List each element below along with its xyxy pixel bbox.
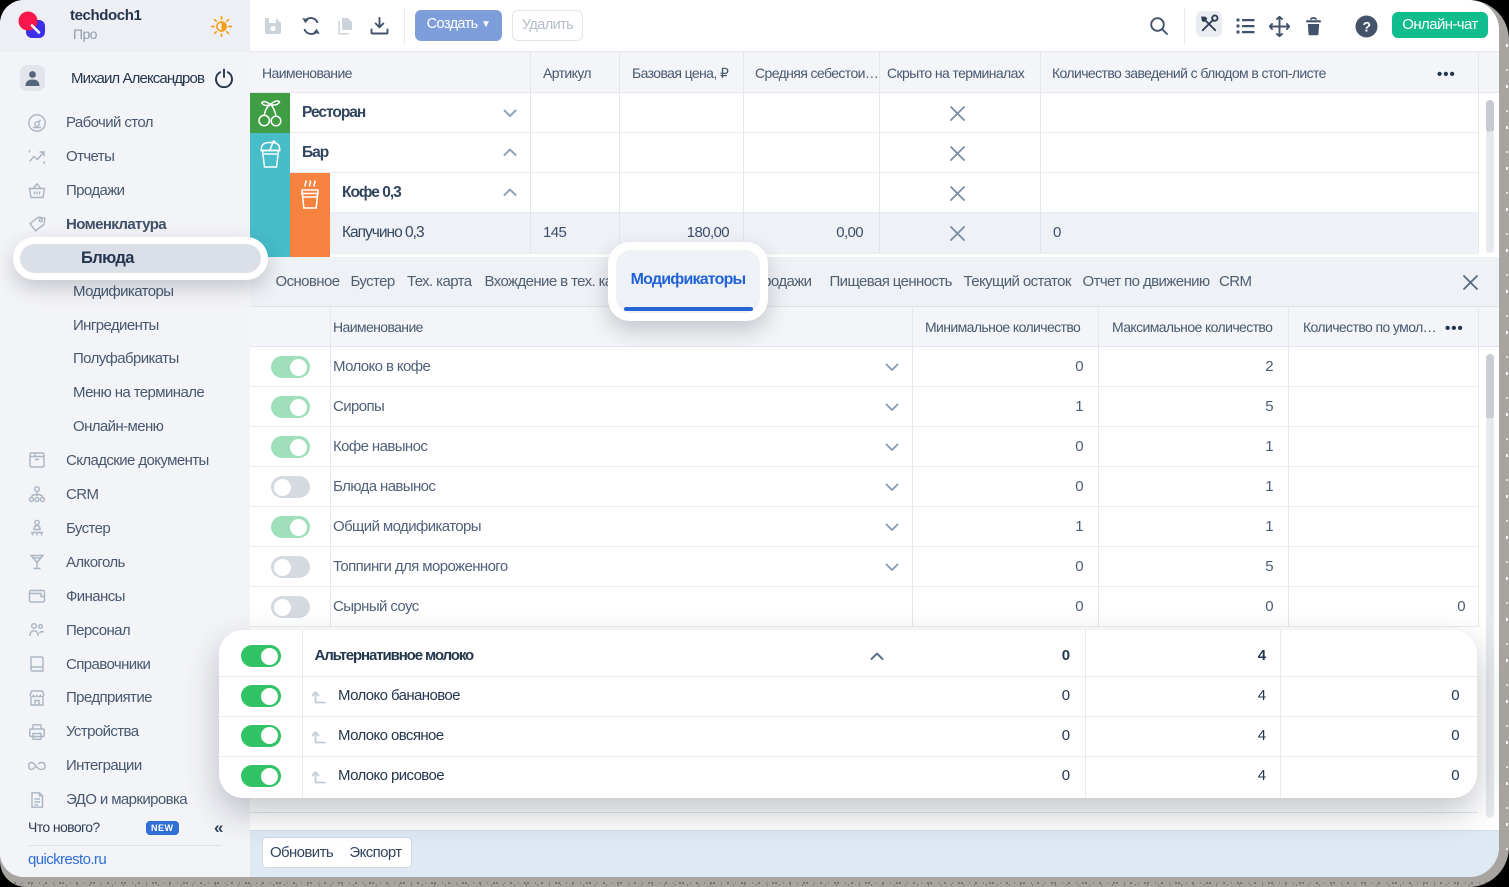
svg-text:?: ? xyxy=(1363,19,1371,35)
